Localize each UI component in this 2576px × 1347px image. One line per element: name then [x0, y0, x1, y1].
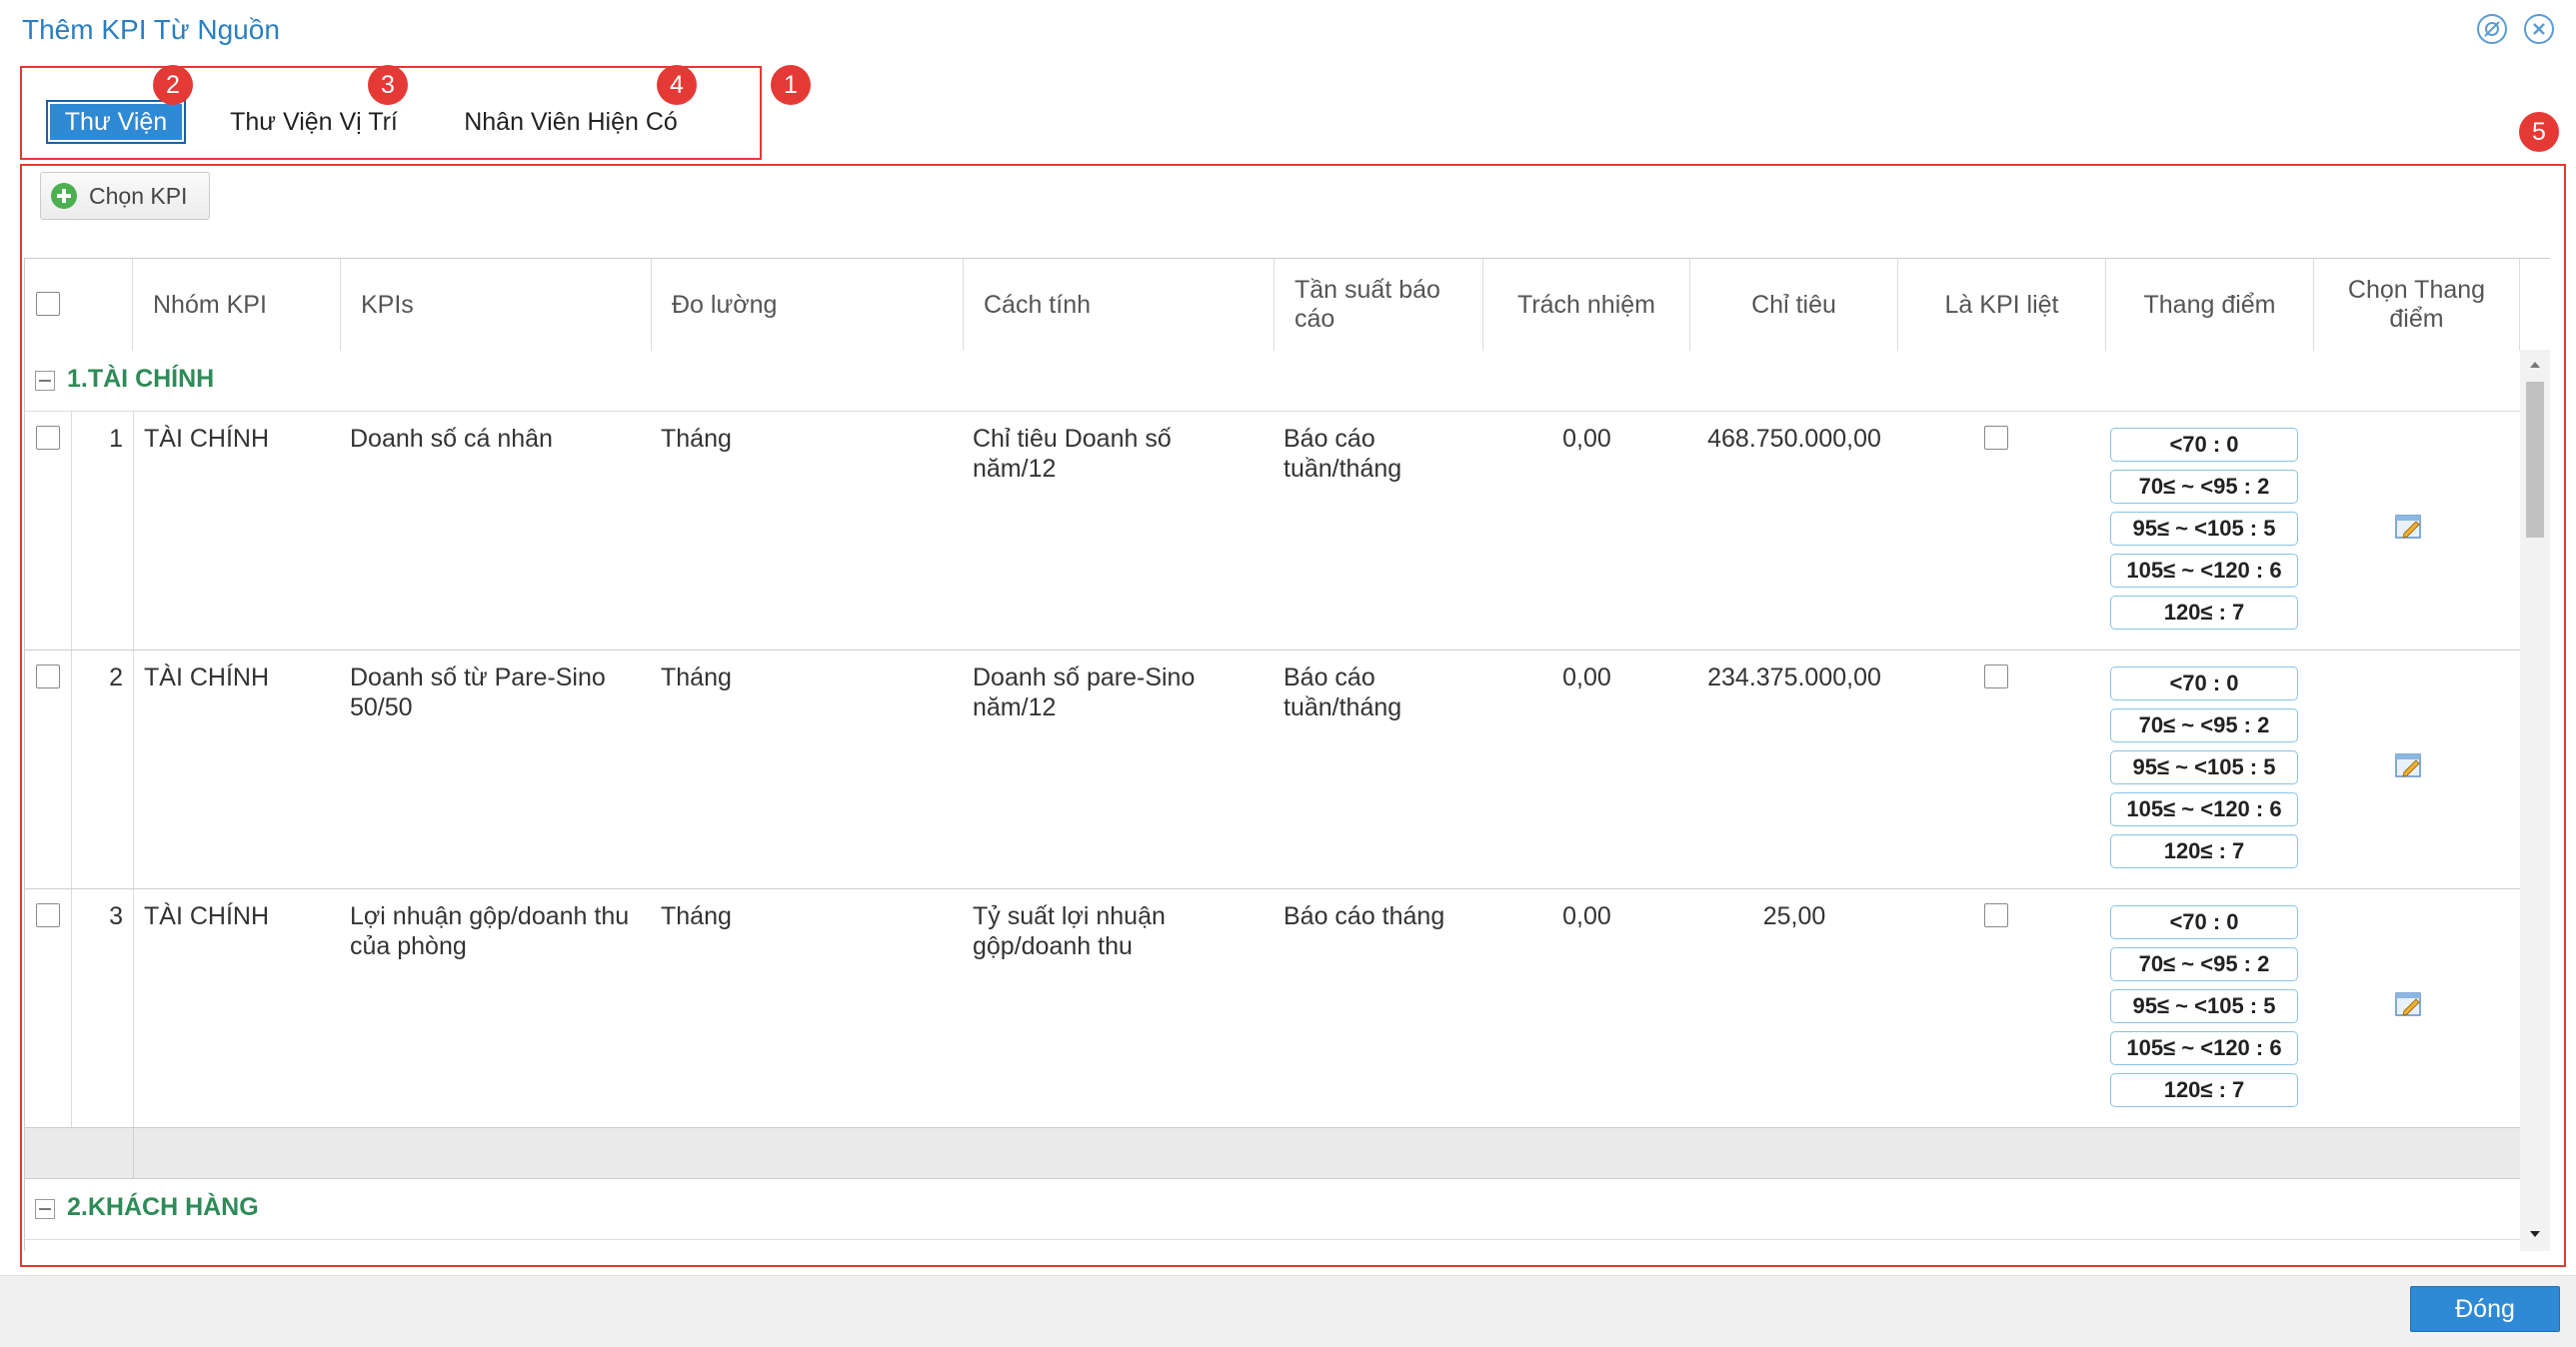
- add-kpi-dialog: Thêm KPI Từ Nguồn Thư Viện Thư Viện Vị T…: [0, 0, 2576, 1347]
- annotation-badge: 5: [2519, 112, 2559, 152]
- annotation-badge: 1: [771, 65, 811, 105]
- annotation-badge: 3: [368, 65, 408, 105]
- annotation-box-grid: [20, 164, 2566, 1267]
- annotation-badge: 2: [153, 65, 193, 105]
- restore-icon[interactable]: [2477, 14, 2507, 44]
- close-button[interactable]: Đóng: [2410, 1286, 2560, 1332]
- close-icon[interactable]: [2524, 14, 2554, 44]
- annotation-badge: 4: [657, 65, 697, 105]
- dialog-footer: [0, 1275, 2576, 1347]
- title-bar: Thêm KPI Từ Nguồn: [0, 0, 2576, 62]
- dialog-title: Thêm KPI Từ Nguồn: [22, 14, 280, 45]
